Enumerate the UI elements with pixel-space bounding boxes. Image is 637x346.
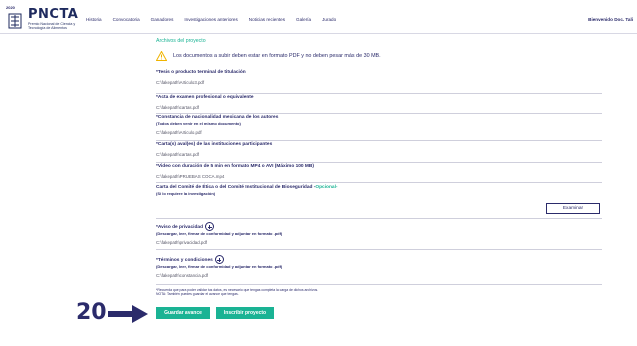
divider (156, 140, 602, 141)
field-privacidad: *Aviso de privacidad (Descargar, leer, f… (156, 222, 602, 245)
format-warning: Los documentos a subir deben estar en fo… (156, 51, 381, 61)
file-input-constancia[interactable]: C:\fakepath\Articulo.pdf (156, 130, 602, 135)
field-label: *Carta(s) aval(es) de las instituciones … (156, 142, 273, 147)
field-note: (Descargar, leer, firmar de conformidad … (156, 264, 283, 269)
top-navigation-bar: 2020 PNCTA Premio Nacional de Ciencia y … (0, 0, 637, 34)
section-title: Archivos del proyecto (156, 38, 206, 44)
field-terminos: *Términos y condiciones (Descargar, leer… (156, 255, 602, 278)
divider (156, 113, 602, 114)
ethics-label: Carta del Comité de Ética o del Comité I… (156, 185, 316, 190)
emblem-icon (8, 13, 22, 29)
file-input-privacidad[interactable]: C:\fakepath\privacidad.pdf (156, 240, 602, 245)
logo-text: PNCTA (28, 7, 79, 22)
divider (156, 93, 602, 94)
file-input-video[interactable]: C:\fakepath\PRUEBAS COCA.mp4 (156, 174, 602, 179)
nav-noticias-recientes[interactable]: Noticias recientes (249, 17, 285, 22)
footer-nota: NOTA: También puedes guardar el avance q… (156, 292, 239, 297)
register-project-button[interactable]: Inscribir proyecto (216, 307, 274, 319)
browse-button[interactable]: Examinar (546, 203, 600, 214)
nav-historia[interactable]: Historia (86, 17, 102, 22)
nav-jurado[interactable]: Jurado (322, 17, 336, 22)
step-number: 20 (76, 300, 107, 325)
file-input-tesis[interactable]: C:\fakepath\Articulo3.pdf (156, 80, 602, 85)
field-etica: Carta del Comité de Ética o del Comité I… (156, 185, 602, 196)
field-acta: *Acta de examen profesional o equivalent… (156, 95, 602, 110)
divider (156, 249, 602, 250)
field-label: *Video con duración de 5 min en formato … (156, 164, 314, 169)
optional-tag: Opcional- (315, 185, 338, 190)
field-note: (Todos deben venir en el mismo documento… (156, 121, 241, 126)
field-label: *Aviso de privacidad (156, 222, 602, 231)
file-input-acta[interactable]: C:\fakepath\cartas.pdf (156, 105, 602, 110)
divider (156, 182, 602, 183)
file-input-terminos[interactable]: C:\fakepath\constancia.pdf (156, 273, 602, 278)
pncta-logo[interactable]: 2020 PNCTA Premio Nacional de Ciencia y … (6, 5, 86, 31)
footer-note: *Recuerda que para poder validar tus dat… (156, 288, 318, 296)
divider (156, 162, 602, 163)
field-label: *Tesis o producto terminal de titulación (156, 70, 246, 75)
user-greeting[interactable]: Bienvenido Doc. Tali (588, 17, 633, 22)
field-tesis: *Tesis o producto terminal de titulación… (156, 70, 602, 85)
field-cartas-aval: *Carta(s) aval(es) de las instituciones … (156, 142, 602, 157)
divider (156, 284, 602, 285)
divider (156, 218, 602, 219)
field-label: *Términos y condiciones (156, 255, 602, 264)
nav-galeria[interactable]: Galería (296, 17, 311, 22)
main-nav: Historia Convocatoria Ganadores Investig… (86, 17, 347, 22)
warning-icon (156, 51, 167, 61)
field-note: (Si lo requiere la investigación) (156, 191, 216, 196)
add-circle-icon[interactable] (205, 222, 215, 231)
warning-text: Los documentos a subir deben estar en fo… (173, 53, 381, 59)
nav-convocatoria[interactable]: Convocatoria (113, 17, 140, 22)
file-input-cartas-aval[interactable]: C:\fakepath\cartas.pdf (156, 152, 602, 157)
nav-ganadores[interactable]: Ganadores (151, 17, 174, 22)
field-constancia: *Constancia de nacionalidad mexicana de … (156, 115, 602, 135)
field-note: (Descargar, leer, firmar de conformidad … (156, 231, 283, 236)
terms-label: *Términos y condiciones (156, 257, 213, 263)
logo-year: 2020 (6, 5, 15, 10)
arrow-right-icon (108, 305, 148, 323)
field-label: *Acta de examen profesional o equivalent… (156, 95, 254, 100)
logo-subtitle: Premio Nacional de Ciencia y Tecnología … (28, 22, 76, 30)
save-progress-button[interactable]: Guardar avance (156, 307, 210, 319)
privacy-label: *Aviso de privacidad (156, 224, 204, 230)
nav-investigaciones-anteriores[interactable]: Investigaciones anteriores (184, 17, 237, 22)
field-video: *Video con duración de 5 min en formato … (156, 164, 602, 179)
add-circle-icon[interactable] (214, 255, 224, 264)
